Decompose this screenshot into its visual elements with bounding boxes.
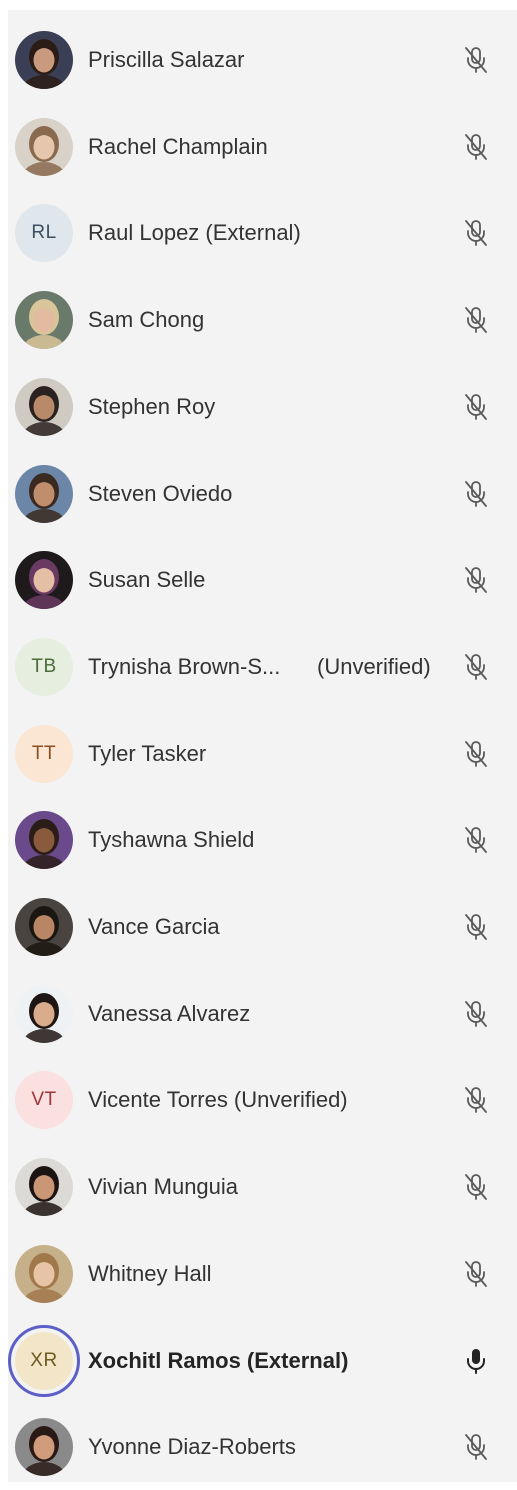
muted-mic-icon (462, 652, 490, 682)
avatar (15, 117, 73, 176)
participant-name: Vicente Torres (Unverified) (88, 1087, 348, 1113)
participant-name: Vance Garcia (88, 914, 220, 939)
participant-name: Yvonne Diaz-Roberts (88, 1434, 296, 1460)
participant-row[interactable]: Tyshawna Shield (8, 797, 517, 883)
avatar-initials: TB (31, 655, 57, 677)
avatar: TT (15, 724, 73, 783)
participant-row[interactable]: Rachel Champlain (8, 104, 517, 190)
participant-row[interactable]: VT Vicente Torres (Unverified) (8, 1057, 517, 1143)
muted-mic-icon (462, 479, 490, 509)
avatar-initials: RL (31, 222, 57, 244)
participant-name: Trynisha Brown-S... (88, 653, 281, 679)
participant-row[interactable]: TT Tyler Tasker (8, 711, 517, 797)
participant-name: Tyshawna Shield (88, 827, 255, 853)
participant-row[interactable]: RL Raul Lopez (External) (8, 190, 517, 276)
avatar-initials: VT (31, 1089, 57, 1111)
participant-row[interactable]: Susan Selle (8, 537, 517, 623)
participant-row[interactable]: Vance Garcia (8, 884, 517, 970)
participant-name: Vanessa Alvarez (88, 1000, 251, 1026)
avatar-initials: TT (31, 742, 57, 764)
participant-name: Vivian Munguia (88, 1174, 239, 1200)
avatar (15, 1418, 73, 1477)
muted-mic-icon (462, 825, 490, 855)
participant-name: Priscilla Salazar (88, 47, 245, 72)
participant-row[interactable]: XR Xochitl Ramos (External) (8, 1318, 517, 1404)
participant-row[interactable]: Whitney Hall (8, 1231, 517, 1317)
avatar (15, 1244, 73, 1303)
muted-mic-icon (462, 218, 490, 248)
participant-name: Xochitl Ramos (External) (88, 1347, 349, 1373)
muted-mic-icon (462, 912, 490, 942)
muted-mic-icon (462, 999, 490, 1029)
participant-name: Sam Chong (88, 307, 205, 333)
participant-row[interactable]: Sam Chong (8, 277, 517, 363)
participant-row[interactable]: Vivian Munguia (8, 1144, 517, 1230)
participant-name: Rachel Champlain (88, 133, 268, 159)
participant-name: Stephen Roy (88, 393, 216, 419)
avatar: TB (15, 637, 73, 696)
avatar (15, 551, 73, 610)
participant-row[interactable]: TB Trynisha Brown-S... (Unverified) (8, 624, 517, 710)
muted-mic-icon (462, 392, 490, 422)
muted-mic-icon (462, 45, 490, 75)
participant-name: Steven Oviedo (88, 480, 233, 506)
participants-panel: Priscilla Salazar Rachel Champlain RL Raul … (8, 10, 517, 1482)
avatar-initials: XR (30, 1349, 58, 1371)
muted-mic-icon (462, 1172, 490, 1202)
avatar: VT (15, 1071, 73, 1130)
participant-row[interactable]: Yvonne Diaz-Roberts (8, 1404, 517, 1490)
participant-row[interactable]: Priscilla Salazar (8, 17, 517, 103)
mic-icon (462, 1346, 490, 1376)
participant-row[interactable]: Steven Oviedo (8, 451, 517, 537)
muted-mic-icon (462, 1432, 490, 1462)
participant-name: Susan Selle (88, 567, 206, 593)
muted-mic-icon (462, 739, 490, 769)
avatar (15, 1158, 73, 1217)
participant-name: Tyler Tasker (88, 740, 207, 766)
muted-mic-icon (462, 1259, 490, 1289)
avatar (15, 464, 73, 523)
participant-row[interactable]: Vanessa Alvarez (8, 971, 517, 1057)
participant-name: Whitney Hall (88, 1260, 212, 1286)
avatar: XR (8, 1324, 80, 1397)
muted-mic-icon (462, 565, 490, 595)
muted-mic-icon (462, 305, 490, 335)
participant-row[interactable]: Stephen Roy (8, 364, 517, 450)
avatar (15, 811, 73, 870)
muted-mic-icon (462, 1085, 490, 1115)
avatar: RL (15, 204, 73, 263)
avatar (15, 291, 73, 350)
avatar (15, 377, 73, 436)
avatar (15, 31, 73, 89)
participant-status-tag: (Unverified) (317, 653, 431, 679)
avatar (15, 898, 73, 956)
avatar (15, 984, 73, 1043)
participant-name: Raul Lopez (External) (88, 220, 301, 246)
muted-mic-icon (462, 132, 490, 162)
